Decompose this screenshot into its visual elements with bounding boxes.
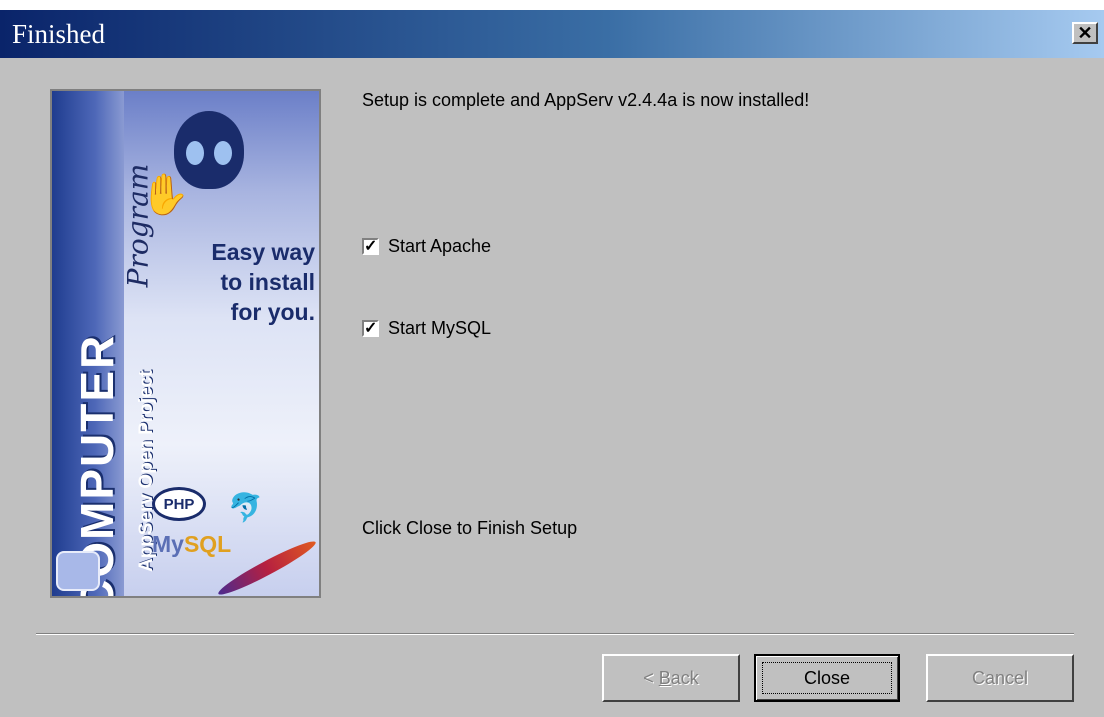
- tagline-line-2: to install: [220, 269, 315, 295]
- banner-tagline: Easy way to install for you.: [211, 237, 315, 327]
- checkmark-icon: ✓: [364, 320, 378, 337]
- button-divider: [36, 633, 1074, 635]
- mysql-logo: MySQL: [152, 531, 231, 558]
- php-logo: PHP: [152, 487, 206, 521]
- focus-ring: [762, 662, 892, 694]
- mysql-logo-my: My: [152, 531, 184, 557]
- back-button-rest: ack: [670, 667, 699, 688]
- alien-eye-right: [214, 141, 232, 165]
- close-button[interactable]: Close: [754, 654, 900, 702]
- dolphin-icon: 🐬: [228, 492, 263, 523]
- cancel-button[interactable]: Cancel: [926, 654, 1074, 702]
- start-apache-label[interactable]: Start Apache: [388, 236, 491, 257]
- title-bar: Finished ✕: [0, 10, 1104, 58]
- start-apache-checkbox[interactable]: ✓: [362, 238, 379, 255]
- start-mysql-checkbox[interactable]: ✓: [362, 320, 379, 337]
- installer-banner-image: ✋ Program COMPUTER AppServ Open Project …: [50, 89, 321, 598]
- window-title: Finished: [12, 19, 106, 49]
- checkmark-icon: ✓: [364, 238, 378, 255]
- tagline-line-3: for you.: [230, 299, 315, 325]
- tagline-line-1: Easy way: [211, 239, 315, 265]
- status-message: Setup is complete and AppServ v2.4.4a is…: [362, 90, 810, 110]
- box-icon: [56, 551, 100, 591]
- back-button-prefix: <: [643, 667, 659, 688]
- cancel-button-label: Cancel: [971, 667, 1029, 688]
- back-button[interactable]: < Back: [602, 654, 740, 702]
- start-mysql-label[interactable]: Start MySQL: [388, 318, 491, 339]
- back-button-mnemonic: B: [658, 667, 671, 688]
- alien-eye-left: [186, 141, 204, 165]
- close-window-button[interactable]: ✕: [1072, 22, 1098, 44]
- banner-computer-text: COMPUTER: [71, 333, 123, 598]
- setup-dialog: Finished ✕ ✋ Program COMPUTER AppServ Op…: [0, 10, 1104, 717]
- banner-appserv-text: AppServ Open Project: [136, 370, 157, 572]
- footer-hint: Click Close to Finish Setup: [362, 518, 578, 538]
- mysql-logo-sql: SQL: [183, 531, 232, 557]
- close-icon: ✕: [1077, 22, 1093, 43]
